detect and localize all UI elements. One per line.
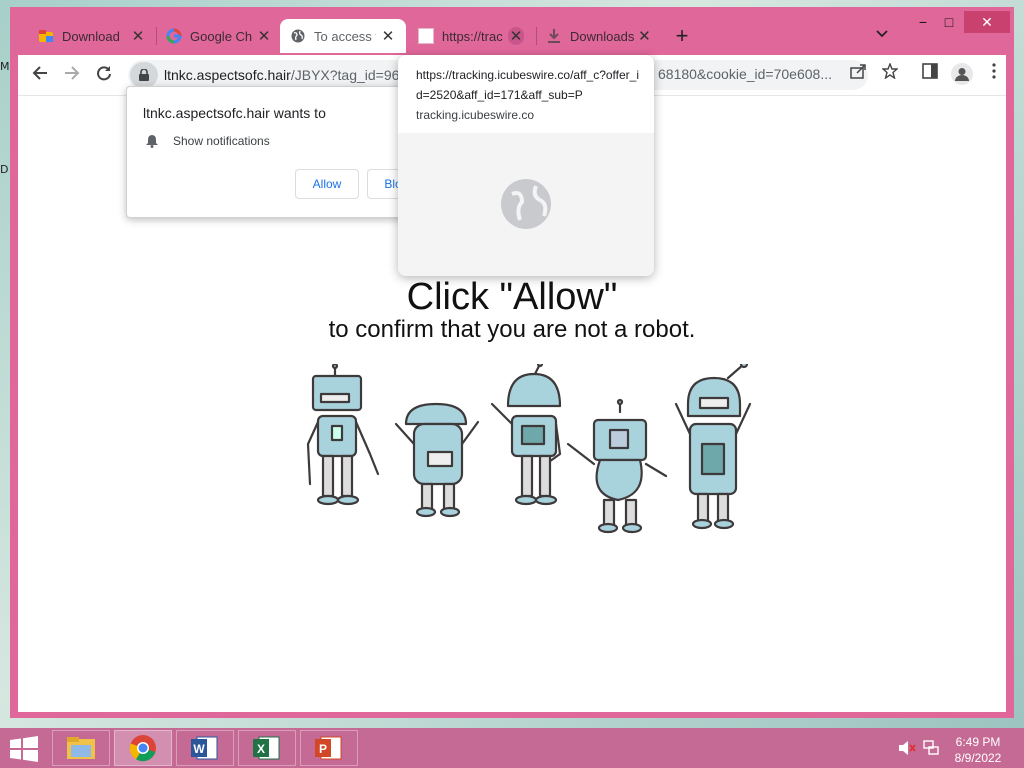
back-button[interactable] xyxy=(28,63,52,87)
speaker-muted-icon[interactable] xyxy=(898,740,916,756)
robots-illustration xyxy=(306,364,752,534)
colorful-folder-icon xyxy=(38,28,54,44)
close-icon[interactable]: ✕ xyxy=(637,27,652,45)
svg-text:P: P xyxy=(319,742,327,756)
tab-title: To access tl xyxy=(314,28,376,44)
show-notifications-label: Show notifications xyxy=(173,134,270,148)
tab-downloads[interactable]: Downloads ✕ xyxy=(536,19,662,53)
word-icon[interactable]: W xyxy=(176,730,234,766)
globe-icon xyxy=(501,179,551,229)
excel-icon[interactable]: X xyxy=(238,730,296,766)
menu-kebab-icon[interactable] xyxy=(982,63,1006,87)
forward-button[interactable] xyxy=(60,63,84,87)
chrome-icon[interactable] xyxy=(114,730,172,766)
tab-download[interactable]: Download ✕ xyxy=(28,19,156,53)
powerpoint-icon[interactable]: P xyxy=(300,730,358,766)
file-explorer-icon[interactable] xyxy=(52,730,110,766)
close-icon[interactable]: ✕ xyxy=(508,27,524,45)
share-icon[interactable] xyxy=(846,63,870,87)
google-icon xyxy=(166,28,182,44)
hover-card-host: tracking.icubeswire.co xyxy=(416,108,535,122)
system-clock[interactable]: 6:49 PM 8/9/2022 xyxy=(948,734,1008,766)
blank-page-icon xyxy=(418,28,434,44)
svg-text:W: W xyxy=(193,742,205,756)
clock-time: 6:49 PM xyxy=(955,735,1001,749)
globe-icon xyxy=(290,28,306,44)
tab-google-chrome[interactable]: Google Chr ✕ xyxy=(156,19,282,53)
bell-icon xyxy=(146,135,158,148)
close-icon[interactable]: ✕ xyxy=(130,27,146,45)
desktop-icon-label[interactable]: M xyxy=(0,60,10,73)
page-subline: to confirm that you are not a robot. xyxy=(328,316,696,343)
url-tail: 68180&cookie_id=70e608... xyxy=(658,66,832,82)
tab-to-access[interactable]: To access tl ✕ xyxy=(280,19,406,53)
reload-button[interactable] xyxy=(92,63,116,87)
url-host: ltnkc.aspectsofc.hair xyxy=(164,67,291,83)
tab-title: Google Chr xyxy=(190,28,252,44)
profile-icon[interactable] xyxy=(950,63,974,87)
hover-card-preview xyxy=(398,133,654,276)
new-tab-button[interactable]: + xyxy=(670,24,694,48)
tab-title: Downloads xyxy=(570,28,635,44)
url-path: /JBYX?tag_id=9628 xyxy=(290,67,415,83)
close-icon[interactable]: ✕ xyxy=(256,27,272,45)
lock-icon[interactable] xyxy=(130,62,158,88)
network-icon[interactable] xyxy=(922,740,940,756)
hover-card-url: https://tracking.icubeswire.co/aff_c?off… xyxy=(416,68,640,102)
allow-button[interactable]: Allow xyxy=(295,169,359,199)
tab-hover-card: https://tracking.icubeswire.co/aff_c?off… xyxy=(398,55,654,276)
page-headline: Click "Allow" xyxy=(406,276,618,318)
taskbar: W X P 6:49 PM 8/9/2022 xyxy=(0,728,1024,768)
tab-tracking-url[interactable]: https://trac ✕ xyxy=(408,19,534,53)
tab-title: Download xyxy=(62,28,120,44)
windows-start-icon[interactable] xyxy=(10,736,38,762)
bookmark-star-icon[interactable] xyxy=(878,62,902,87)
tab-title: https://trac xyxy=(442,28,503,44)
tab-strip: Download ✕ Google Chr ✕ To access tl ✕ h… xyxy=(10,7,1014,55)
clock-date: 8/9/2022 xyxy=(954,751,1002,765)
close-icon[interactable]: ✕ xyxy=(380,27,396,45)
side-panel-icon[interactable] xyxy=(918,63,942,87)
maximize-button[interactable]: □ xyxy=(932,11,966,33)
prompt-title: ltnkc.aspectsofc.hair wants to xyxy=(143,105,326,121)
desktop-icon-label[interactable]: D xyxy=(0,163,8,176)
download-icon xyxy=(546,28,562,44)
chevron-down-icon[interactable] xyxy=(876,26,888,41)
close-window-button[interactable]: ✕ xyxy=(964,11,1010,33)
svg-text:X: X xyxy=(257,742,265,756)
